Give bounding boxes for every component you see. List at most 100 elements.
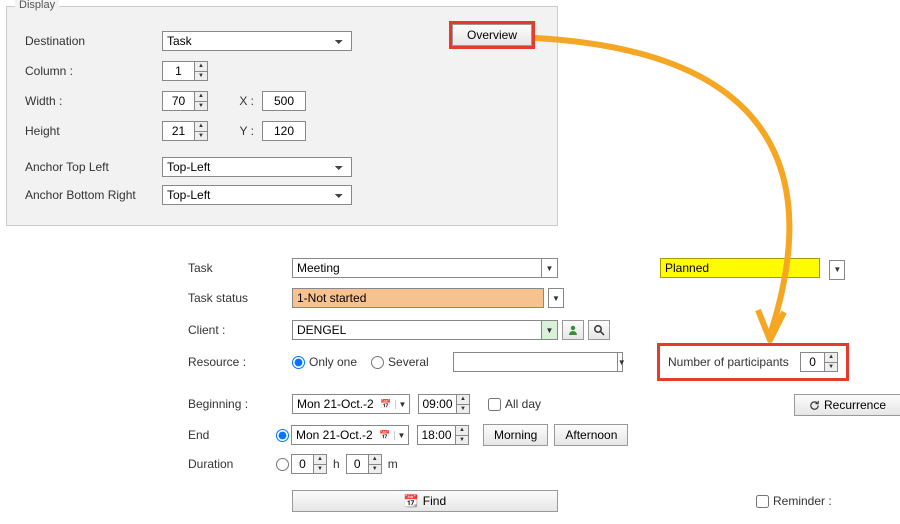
- participants-value[interactable]: [800, 352, 824, 372]
- chevron-up-icon[interactable]: ▲: [368, 454, 382, 464]
- column-stepper[interactable]: ▲▼: [162, 61, 208, 81]
- chevron-down-icon[interactable]: ▼: [541, 321, 557, 339]
- resource-several-label: Several: [388, 355, 429, 369]
- end-time[interactable]: [417, 425, 455, 445]
- anchor-tl-select[interactable]: Top-Left: [162, 157, 352, 177]
- chevron-down-icon[interactable]: ▼: [395, 400, 409, 409]
- end-date[interactable]: 📅 ▼: [291, 425, 409, 445]
- duration-m[interactable]: [346, 454, 368, 474]
- duration-h[interactable]: [291, 454, 313, 474]
- person-icon: [567, 324, 579, 336]
- resource-combo[interactable]: ▼: [453, 352, 623, 372]
- chevron-up-icon[interactable]: ▲: [194, 61, 208, 71]
- chevron-down-icon[interactable]: ▼: [617, 353, 626, 371]
- resource-label: Resource :: [188, 355, 292, 369]
- reminder-checkbox[interactable]: Reminder :: [756, 494, 832, 508]
- chevron-down-icon[interactable]: ▼: [830, 261, 844, 279]
- y-label: Y :: [208, 124, 262, 138]
- task-value[interactable]: [293, 259, 541, 277]
- anchor-tl-label: Anchor Top Left: [7, 160, 162, 174]
- resource-only-radio[interactable]: Only one: [292, 355, 357, 369]
- duration-m-stepper[interactable]: ▲▼: [346, 454, 382, 474]
- duration-label: Duration: [188, 457, 276, 471]
- planned-combo[interactable]: [660, 258, 820, 278]
- anchor-br-label: Anchor Bottom Right: [7, 188, 162, 202]
- refresh-icon: [809, 400, 820, 411]
- display-legend: Display: [15, 0, 59, 11]
- chevron-down-icon[interactable]: ▼: [824, 362, 838, 373]
- chevron-down-icon[interactable]: ▼: [368, 464, 382, 475]
- end-date-input[interactable]: [292, 428, 376, 442]
- overview-button[interactable]: Overview: [452, 24, 532, 46]
- beginning-time-stepper[interactable]: ▲▼: [418, 394, 470, 414]
- planned-value[interactable]: [661, 259, 824, 277]
- destination-select[interactable]: Task: [162, 31, 352, 51]
- afternoon-button[interactable]: Afternoon: [554, 424, 628, 446]
- chevron-down-icon[interactable]: ▼: [313, 464, 327, 475]
- chevron-down-icon[interactable]: ▼: [194, 131, 208, 142]
- chevron-up-icon[interactable]: ▲: [194, 121, 208, 131]
- search-button[interactable]: [588, 320, 610, 340]
- chevron-up-icon[interactable]: ▲: [313, 454, 327, 464]
- y-input[interactable]: [262, 121, 306, 141]
- chevron-up-icon[interactable]: ▲: [456, 394, 470, 404]
- height-stepper[interactable]: ▲▼: [162, 121, 208, 141]
- height-value[interactable]: [162, 121, 194, 141]
- overview-button-highlight: Overview: [452, 24, 532, 46]
- chevron-down-icon[interactable]: ▼: [455, 435, 469, 446]
- duration-h-stepper[interactable]: ▲▼: [291, 454, 327, 474]
- task-label: Task: [188, 261, 292, 275]
- width-stepper[interactable]: ▲▼: [162, 91, 208, 111]
- search-icon: [593, 324, 605, 336]
- client-label: Client :: [188, 323, 292, 337]
- morning-button[interactable]: Morning: [483, 424, 548, 446]
- person-button[interactable]: [562, 320, 584, 340]
- anchor-br-select[interactable]: Top-Left: [162, 185, 352, 205]
- client-value[interactable]: [293, 321, 541, 339]
- width-label: Width :: [7, 94, 162, 108]
- calendar-icon[interactable]: 📅: [377, 399, 395, 410]
- resource-several-radio[interactable]: Several: [371, 355, 429, 369]
- beginning-date[interactable]: 📅 ▼: [292, 394, 410, 414]
- resource-value[interactable]: [454, 353, 617, 371]
- allday-label: All day: [505, 397, 541, 411]
- width-value[interactable]: [162, 91, 194, 111]
- chevron-up-icon[interactable]: ▲: [455, 425, 469, 435]
- reminder-label: Reminder :: [773, 494, 832, 508]
- duration-radio[interactable]: [276, 458, 289, 471]
- beginning-time[interactable]: [418, 394, 456, 414]
- chevron-down-icon[interactable]: ▼: [194, 71, 208, 82]
- calendar-search-icon: 📆: [404, 494, 419, 508]
- find-label: Find: [423, 494, 446, 508]
- planned-drop[interactable]: ▼: [829, 260, 845, 280]
- task-combo[interactable]: ▼: [292, 258, 558, 278]
- x-input[interactable]: [262, 91, 306, 111]
- end-label: End: [188, 428, 276, 442]
- recurrence-button[interactable]: Recurrence: [794, 394, 900, 416]
- chevron-up-icon[interactable]: ▲: [824, 352, 838, 362]
- participants-highlight: Number of participants ▲▼: [660, 346, 846, 378]
- task-status-drop[interactable]: ▼: [548, 288, 564, 308]
- calendar-icon[interactable]: 📅: [376, 430, 394, 441]
- column-value[interactable]: [162, 61, 194, 81]
- recurrence-label: Recurrence: [824, 398, 886, 412]
- chevron-down-icon[interactable]: ▼: [541, 259, 557, 277]
- chevron-down-icon[interactable]: ▼: [456, 404, 470, 415]
- end-time-stepper[interactable]: ▲▼: [417, 425, 469, 445]
- end-date-radio[interactable]: [276, 429, 289, 442]
- task-status-value[interactable]: [293, 289, 543, 307]
- allday-checkbox[interactable]: All day: [488, 397, 541, 411]
- beginning-date-input[interactable]: [293, 397, 377, 411]
- client-combo[interactable]: ▼: [292, 320, 558, 340]
- find-button[interactable]: 📆 Find: [292, 490, 558, 512]
- chevron-up-icon[interactable]: ▲: [194, 91, 208, 101]
- participants-stepper[interactable]: ▲▼: [800, 352, 838, 372]
- beginning-label: Beginning :: [188, 397, 276, 411]
- chevron-down-icon[interactable]: ▼: [549, 289, 563, 307]
- task-status-combo[interactable]: [292, 288, 544, 308]
- height-label: Height: [7, 124, 162, 138]
- duration-m-unit: m: [382, 457, 404, 471]
- destination-label: Destination: [7, 34, 162, 48]
- chevron-down-icon[interactable]: ▼: [194, 101, 208, 112]
- chevron-down-icon[interactable]: ▼: [394, 431, 408, 440]
